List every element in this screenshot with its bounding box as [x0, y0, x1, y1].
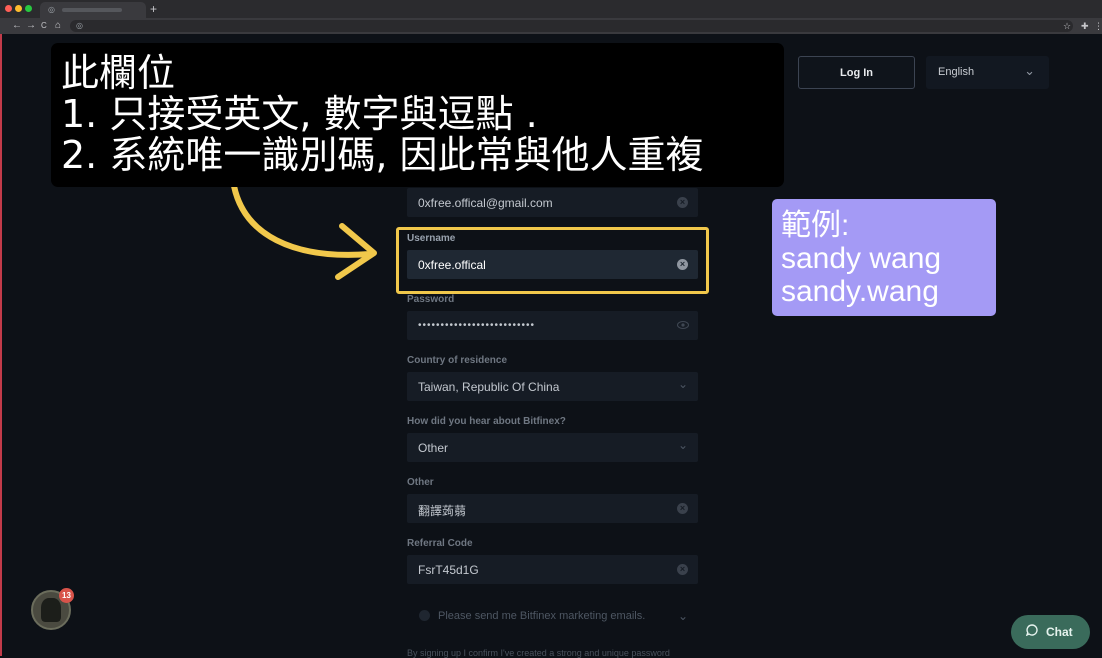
country-select[interactable]: Taiwan, Republic Of China ⌄	[407, 372, 698, 401]
minimize-window-icon[interactable]	[15, 5, 22, 12]
referral-value: FsrT45d1G	[418, 563, 479, 577]
country-value: Taiwan, Republic Of China	[418, 380, 560, 394]
password-value: ••••••••••••••••••••••••••	[418, 320, 536, 331]
note-rule-1: 1. 只接受英文, 數字與逗點 .	[61, 92, 538, 136]
other-label: Other	[407, 477, 434, 488]
window-edge	[0, 34, 2, 656]
browser-tab-strip: ◎ +	[0, 0, 1102, 18]
country-label: Country of residence	[407, 355, 508, 366]
signup-disclaimer: By signing up I confirm I've created a s…	[407, 648, 670, 658]
note-title: 此欄位	[61, 51, 176, 95]
eye-icon[interactable]	[677, 319, 689, 331]
email-field[interactable]: 0xfree.offical@gmail.com ×	[407, 188, 698, 217]
username-highlight	[396, 227, 709, 294]
chat-button[interactable]: Chat	[1011, 615, 1090, 649]
referral-field[interactable]: FsrT45d1G ×	[407, 555, 698, 584]
chevron-down-icon: ⌄	[677, 438, 688, 452]
referral-label: Referral Code	[407, 538, 473, 549]
other-value: 翻譯蒟蒻	[418, 504, 467, 518]
clear-icon[interactable]: ×	[677, 197, 688, 208]
chevron-down-icon: ⌄	[1024, 63, 1035, 78]
marketing-checkbox[interactable]	[419, 610, 430, 621]
new-tab-button[interactable]: +	[150, 2, 157, 16]
address-bar[interactable]: ◎	[70, 20, 1073, 32]
password-label: Password	[407, 294, 455, 305]
hear-select[interactable]: Other ⌄	[407, 433, 698, 462]
menu-icon[interactable]: ⋮	[1094, 19, 1102, 33]
site-info-icon: ◎	[76, 21, 83, 30]
chevron-down-icon: ⌄	[677, 377, 688, 391]
example-title: 範例:	[781, 209, 850, 242]
hear-label: How did you hear about Bitfinex?	[407, 416, 566, 427]
annotation-note: 此欄位 1. 只接受英文, 數字與逗點 . 2. 系統唯一識別碼, 因此常與他人…	[51, 43, 784, 187]
back-button[interactable]: ←	[12, 19, 22, 33]
browser-tab[interactable]: ◎	[40, 2, 146, 18]
maximize-window-icon[interactable]	[25, 5, 32, 12]
password-field[interactable]: ••••••••••••••••••••••••••	[407, 311, 698, 340]
extensions-icon[interactable]: ✚	[1081, 19, 1089, 33]
other-field[interactable]: 翻譯蒟蒻 ×	[407, 494, 698, 523]
hear-value: Other	[418, 441, 449, 455]
example-note: 範例: sandy wang sandy.wang	[772, 199, 996, 316]
close-window-icon[interactable]	[5, 5, 12, 12]
chat-label: Chat	[1046, 625, 1073, 639]
chevron-down-icon: ⌄	[677, 609, 688, 623]
browser-toolbar: ← → C ⌂ ◎ ☆ ✚ ⋮	[0, 18, 1102, 34]
clear-icon[interactable]: ×	[677, 503, 688, 514]
avatar-image	[41, 598, 61, 622]
annotation-arrow-icon	[231, 183, 377, 280]
email-value: 0xfree.offical@gmail.com	[418, 196, 553, 210]
reload-button[interactable]: C	[41, 19, 47, 33]
star-icon[interactable]: ☆	[1063, 19, 1071, 33]
example-1: sandy wang	[781, 242, 942, 275]
chat-bubble-icon	[1026, 624, 1038, 636]
globe-icon: ◎	[48, 5, 55, 14]
language-label: English	[938, 66, 975, 78]
clear-icon[interactable]: ×	[677, 564, 688, 575]
note-rule-2: 2. 系統唯一識別碼, 因此常與他人重複	[61, 133, 704, 177]
forward-button[interactable]: →	[26, 19, 36, 33]
notification-badge: 13	[59, 588, 74, 603]
marketing-label: Please send me Bitfinex marketing emails…	[438, 610, 646, 622]
home-button[interactable]: ⌂	[55, 19, 61, 33]
marketing-opt-in[interactable]: Please send me Bitfinex marketing emails…	[407, 603, 698, 629]
tab-title	[62, 8, 122, 12]
example-2: sandy.wang	[781, 275, 939, 308]
login-button[interactable]: Log In	[798, 56, 915, 89]
language-select[interactable]: English ⌄	[926, 56, 1049, 89]
